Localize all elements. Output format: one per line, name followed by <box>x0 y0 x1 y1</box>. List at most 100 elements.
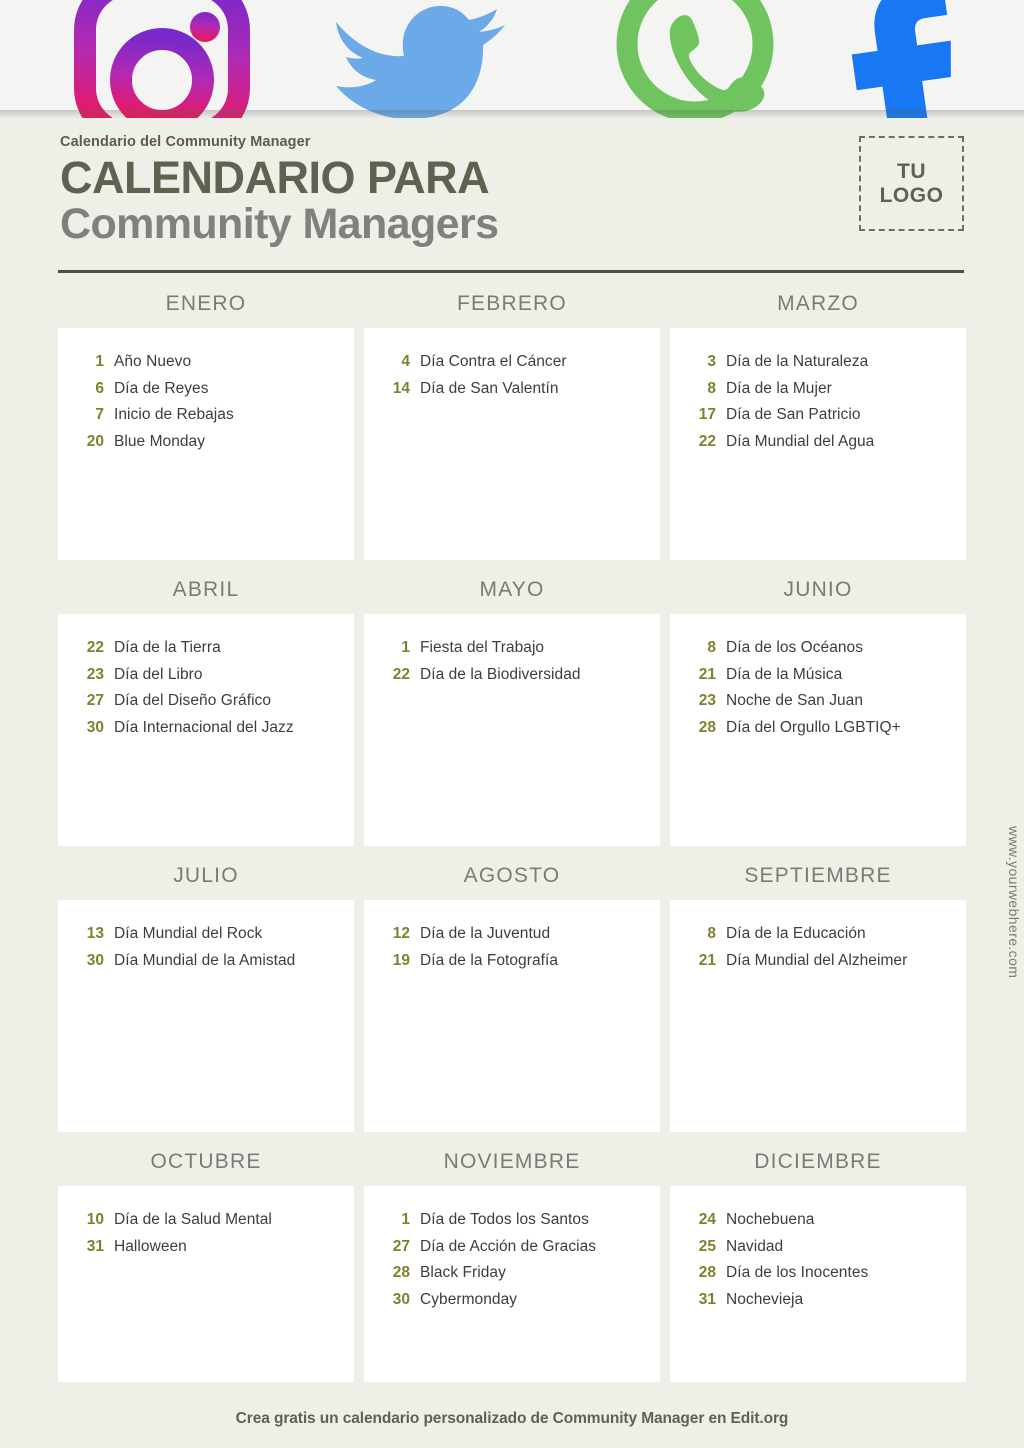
event-name: Día de la Juventud <box>420 925 551 942</box>
calendar-row: JULIO 13 Día Mundial del Rock 30 Día Mundial… <box>0 864 1024 1132</box>
event-list: 10 Día de la Salud Mental 31 Halloween <box>58 1212 354 1265</box>
event-day-number: 25 <box>698 1237 716 1255</box>
event-row: 23 Noche de San Juan <box>670 693 966 720</box>
event-day-number: 1 <box>95 353 104 370</box>
event-row: 1 Día de Todos los Santos <box>364 1212 660 1239</box>
event-name: Blue Monday <box>114 432 206 450</box>
calendar-row: ENERO 1 Año Nuevo 6 Día de Reyes 7 Inicio de R… <box>0 292 1024 560</box>
month-block-junio: JUNIO 8 Día de los Océanos 21 Día de la Músi… <box>670 578 966 846</box>
event-day-number: 8 <box>707 639 716 656</box>
event-name: Día Mundial del Rock <box>114 925 263 942</box>
event-day-number: 31 <box>86 1237 104 1255</box>
footer-cta-text: Crea gratis un calendario personalizado … <box>235 1410 789 1427</box>
event-name: Día de San Valentín <box>420 379 559 397</box>
event-name: Navidad <box>726 1237 784 1255</box>
event-name: Día de la Mujer <box>726 379 832 397</box>
event-name: Día del Libro <box>114 665 203 683</box>
month-card: 1 Día de Todos los Santos 27 Día de Acción … <box>364 1186 660 1382</box>
event-name: Día de la Tierra <box>114 639 221 656</box>
page-subtitle: Community Managers <box>60 200 499 248</box>
event-name: Halloween <box>114 1237 187 1255</box>
calendar-grid: ENERO 1 Año Nuevo 6 Día de Reyes 7 Inicio de R… <box>0 292 1024 1382</box>
event-list: 3 Día de la Naturaleza 8 Día de la Mujer 17 D… <box>670 354 966 460</box>
page-header: Calendario del Community Manager CALENDA… <box>0 118 1024 280</box>
event-row: 28 Día de los Inocentes <box>670 1265 966 1292</box>
event-row: 20 Blue Monday <box>58 432 354 461</box>
event-row: 12 Día de la Juventud <box>364 926 660 953</box>
event-row: 28 Black Friday <box>364 1265 660 1292</box>
event-day-number: 1 <box>401 1211 410 1228</box>
footer: Crea gratis un calendario personalizado … <box>0 1390 1024 1448</box>
event-day-number: 17 <box>698 406 716 423</box>
month-card: 8 Día de los Océanos 21 Día de la Música 23 N… <box>670 614 966 846</box>
event-day-number: 8 <box>707 379 716 397</box>
event-name: Día de San Patricio <box>726 406 861 423</box>
event-name: Día de la Salud Mental <box>114 1211 272 1228</box>
event-row: 8 Día de la Mujer <box>670 379 966 408</box>
event-row: 22 Día de la Tierra <box>58 640 354 667</box>
month-block-agosto: AGOSTO 12 Día de la Juventud 19 Día de la Fo… <box>364 864 660 1132</box>
month-card: 22 Día de la Tierra 23 Día del Libro 27 Día d… <box>58 614 354 846</box>
event-name: Nochevieja <box>726 1290 804 1308</box>
event-day-number: 22 <box>698 432 716 450</box>
event-day-number: 28 <box>698 1264 716 1281</box>
event-name: Día de Acción de Gracias <box>420 1237 597 1255</box>
month-card: 8 Día de la Educación 21 Día Mundial del Al… <box>670 900 966 1132</box>
month-block-julio: JULIO 13 Día Mundial del Rock 30 Día Mundial… <box>58 864 354 1132</box>
month-block-enero: ENERO 1 Año Nuevo 6 Día de Reyes 7 Inicio de R… <box>58 292 354 560</box>
event-name: Día de la Educación <box>726 925 866 942</box>
event-day-number: 28 <box>698 718 716 736</box>
month-block-marzo: MARZO 3 Día de la Naturaleza 8 Día de la Muj… <box>670 292 966 560</box>
event-name: Día de la Biodiversidad <box>420 665 581 683</box>
event-name: Día Mundial de la Amistad <box>114 951 296 969</box>
calendar-row: ABRIL 22 Día de la Tierra 23 Día del Libro 27… <box>0 578 1024 846</box>
event-list: 1 Fiesta del Trabajo 22 Día de la Biodivers… <box>364 640 660 693</box>
event-name: Día Contra el Cáncer <box>420 353 567 370</box>
month-card: 24 Nochebuena 25 Navidad 28 Día de los Inocen… <box>670 1186 966 1382</box>
event-day-number: 10 <box>86 1211 104 1228</box>
event-day-number: 3 <box>707 353 716 370</box>
month-title: FEBRERO <box>457 292 567 315</box>
event-row: 14 Día de San Valentín <box>364 379 660 408</box>
event-day-number: 4 <box>401 353 410 370</box>
event-name: Día de Todos los Santos <box>420 1211 589 1228</box>
month-card: 1 Año Nuevo 6 Día de Reyes 7 Inicio de Rebaja… <box>58 328 354 560</box>
event-name: Cybermonday <box>420 1290 518 1308</box>
event-name: Día Mundial del Alzheimer <box>726 951 908 969</box>
event-day-number: 30 <box>86 718 104 736</box>
event-day-number: 20 <box>86 432 104 450</box>
event-name: Inicio de Rebajas <box>114 406 234 423</box>
whatsapp-icon <box>600 0 790 118</box>
event-name: Día de los Inocentes <box>726 1264 869 1281</box>
twitter-icon <box>318 0 528 118</box>
event-name: Fiesta del Trabajo <box>420 639 545 656</box>
event-day-number: 23 <box>698 692 716 709</box>
header-divider <box>58 270 964 273</box>
month-title: SEPTIEMBRE <box>744 864 892 887</box>
event-name: Día del Diseño Gráfico <box>114 692 272 709</box>
month-title: ABRIL <box>172 578 240 601</box>
event-name: Día de los Océanos <box>726 639 864 656</box>
event-name: Día Mundial del Agua <box>726 432 875 450</box>
event-row: 6 Día de Reyes <box>58 380 354 408</box>
event-name: Noche de San Juan <box>726 692 864 709</box>
event-row: 28 Día del Orgullo LGBTIQ+ <box>670 718 966 747</box>
website-url: www.yourwebhere.com <box>1006 826 1022 979</box>
event-day-number: 21 <box>698 665 716 683</box>
logo-line-1: TU <box>897 159 926 183</box>
event-list: 24 Nochebuena 25 Navidad 28 Día de los Inocen… <box>670 1212 966 1318</box>
event-name: Día de la Fotografía <box>420 951 558 969</box>
event-day-number: 19 <box>392 951 410 969</box>
event-list: 1 Día de Todos los Santos 27 Día de Acción … <box>364 1212 660 1318</box>
month-title: AGOSTO <box>463 864 561 887</box>
month-title: MAYO <box>479 578 545 601</box>
event-day-number: 22 <box>86 639 104 656</box>
event-row: 22 Día Mundial del Agua <box>670 432 966 461</box>
event-day-number: 24 <box>698 1211 716 1228</box>
event-day-number: 22 <box>392 665 410 683</box>
event-row: 21 Día Mundial del Alzheimer <box>670 951 966 980</box>
event-row: 22 Día de la Biodiversidad <box>364 665 660 694</box>
event-row: 31 Nochevieja <box>670 1290 966 1319</box>
event-row: 1 Fiesta del Trabajo <box>364 640 660 667</box>
logo-placeholder[interactable]: TU LOGO <box>859 136 964 231</box>
